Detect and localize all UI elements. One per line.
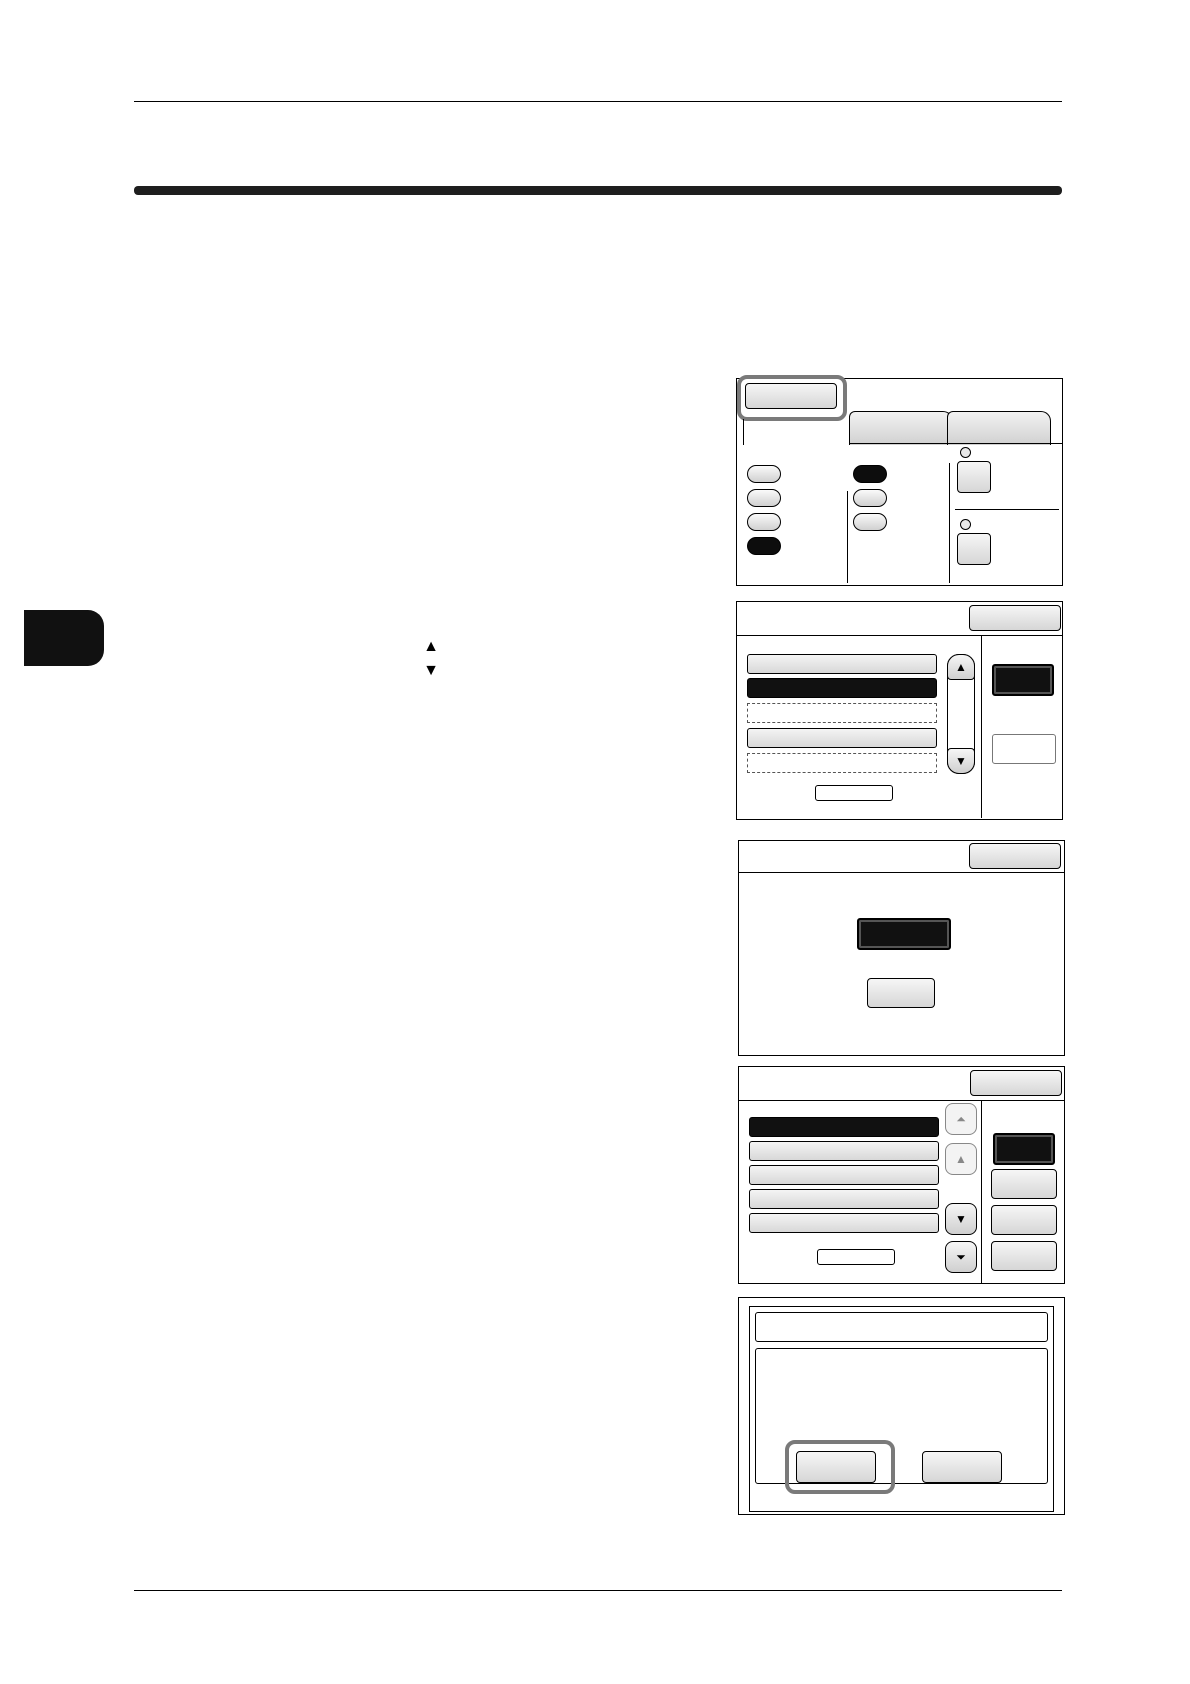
scroll-bottom-icon: ⏷ [956, 1249, 966, 1264]
chapter-tab [24, 610, 104, 666]
header-rule [134, 101, 1062, 102]
scroll-down-button[interactable]: ▼ [945, 1203, 977, 1235]
cancel-button[interactable] [922, 1451, 1002, 1483]
scroll-bottom-button[interactable]: ⏷ [945, 1241, 977, 1273]
list-item[interactable] [749, 1165, 939, 1185]
square-button[interactable] [957, 533, 991, 565]
list-item[interactable] [749, 1141, 939, 1161]
section-title-bar [134, 186, 1062, 195]
list-item[interactable] [749, 1189, 939, 1209]
list-item[interactable] [747, 728, 937, 748]
list-item-empty [747, 753, 937, 773]
indicator-led [960, 447, 971, 458]
screen-1-main-panel [736, 375, 1063, 586]
list-item[interactable] [749, 1213, 939, 1233]
scroll-top-button[interactable]: ⏶ [945, 1103, 977, 1135]
list-item-selected[interactable] [749, 1117, 939, 1137]
down-arrow-icon: ▼ [955, 754, 967, 768]
on-option-button-selected[interactable] [857, 918, 951, 950]
disabled-button [992, 734, 1056, 764]
all-services-button[interactable] [745, 383, 837, 409]
footer-rule [134, 1590, 1062, 1591]
list-item-selected[interactable] [747, 678, 937, 698]
up-arrow-icon: ▲ [955, 660, 967, 674]
close-button[interactable] [970, 1070, 1062, 1096]
option-pill-selected[interactable] [853, 465, 887, 483]
up-arrow-icon: ▲ [955, 1152, 967, 1166]
list-item[interactable] [747, 654, 937, 674]
screen-3-toggle-panel [738, 840, 1065, 1056]
screen-4-list-panel: ⏶ ▲ ▼ ⏷ [738, 1066, 1065, 1284]
option-pill[interactable] [747, 465, 781, 483]
screen-2-list-panel: ▲ ▼ [736, 601, 1063, 820]
square-button[interactable] [957, 461, 991, 493]
change-settings-button[interactable] [992, 664, 1054, 696]
down-arrow-icon: ▼ [955, 1212, 967, 1226]
scroll-top-icon: ⏶ [956, 1111, 966, 1126]
tab-2[interactable] [849, 411, 953, 445]
option-pill[interactable] [853, 513, 887, 531]
scroll-up-button[interactable]: ▲ [947, 654, 975, 680]
indicator-led [960, 519, 971, 530]
tab-3[interactable] [947, 411, 1051, 445]
scroll-down-button[interactable]: ▼ [947, 748, 975, 774]
option-button[interactable] [991, 1205, 1057, 1235]
option-button[interactable] [991, 1241, 1057, 1271]
screen-5-confirm-dialog [738, 1297, 1065, 1515]
scroll-up-button[interactable]: ▲ [945, 1143, 977, 1175]
page-indicator [817, 1249, 895, 1265]
option-button[interactable] [991, 1169, 1057, 1199]
page-indicator [815, 785, 893, 801]
dialog-title-bar [755, 1312, 1048, 1342]
scroll-up-icon: ▲ [423, 638, 439, 655]
option-pill[interactable] [853, 489, 887, 507]
option-pill-selected[interactable] [747, 537, 781, 555]
option-pill[interactable] [747, 489, 781, 507]
option-pill[interactable] [747, 513, 781, 531]
scroll-down-icon: ▼ [423, 662, 439, 679]
confirm-button[interactable] [796, 1451, 876, 1483]
close-button[interactable] [969, 605, 1061, 631]
selected-option-button[interactable] [993, 1133, 1055, 1165]
off-option-button[interactable] [867, 978, 935, 1008]
list-item-empty [747, 703, 937, 723]
close-button[interactable] [969, 843, 1061, 869]
